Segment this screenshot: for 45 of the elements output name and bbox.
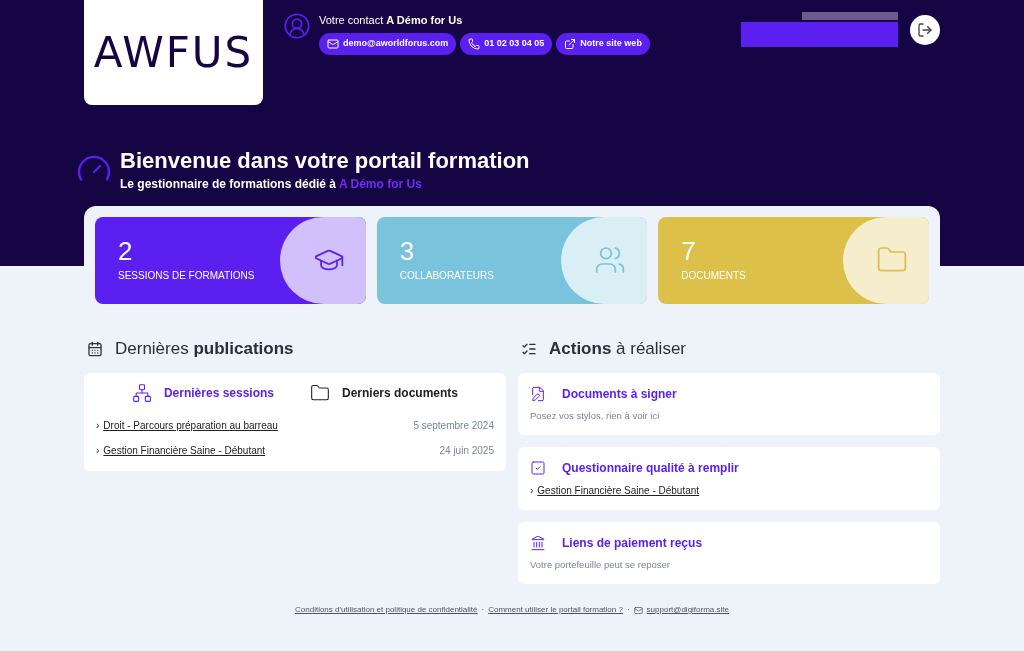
pen-icon: [530, 385, 546, 402]
footer-link[interactable]: support@digiforma.site: [646, 604, 729, 616]
action-title: Documents à signer: [562, 385, 677, 403]
session-link[interactable]: Gestion Financière Saine - Débutant: [103, 442, 266, 458]
logo[interactable]: AWFUS: [84, 0, 263, 105]
chevron: ›: [530, 483, 534, 498]
stat-value: 7: [681, 237, 696, 264]
stat-label: DOCUMENTS: [681, 268, 746, 283]
contact-label: Votre contact A Démo for Us: [319, 13, 464, 28]
stat-label: SESSIONS DE FORMATIONS: [118, 268, 255, 283]
chevron: ›: [96, 443, 100, 458]
session-date: 5 septembre 2024: [413, 418, 494, 433]
stat-label: COLLABORATEURS: [399, 268, 494, 283]
footer-link[interactable]: Comment utiliser le portail formation ?: [488, 604, 623, 616]
logout-icon: [917, 21, 933, 38]
checkbox-icon: [530, 459, 546, 476]
welcome-subtitle: Le gestionnaire de formations dédié à A Démo for Us: [120, 175, 423, 193]
stat-value: 3: [399, 237, 415, 264]
section-title: Dernières publications: [115, 337, 294, 360]
action-title: Liens de paiement reçus: [562, 534, 703, 552]
action-note: Posez vos stylos, rien à voir ici: [530, 408, 661, 423]
user-icon: [283, 12, 311, 40]
stat-value: 2: [118, 237, 133, 264]
action-title: Questionnaire qualité à remplir: [562, 459, 739, 477]
footer-link[interactable]: Conditions d'utilisation et politique de confidentialité: [295, 604, 478, 616]
folder-icon: [310, 382, 330, 403]
chevron: ›: [96, 418, 100, 433]
people-icon: [594, 244, 627, 276]
tab[interactable]: Derniers documents: [310, 382, 459, 403]
envelope-icon: [327, 37, 339, 50]
survey-link[interactable]: Gestion Financière Saine - Débutant: [537, 482, 700, 498]
session-link[interactable]: Droit - Parcours préparation au barreau: [103, 417, 278, 433]
mail-icon: [633, 605, 643, 615]
session-date: 24 juin 2025: [439, 443, 494, 458]
external-link-icon: [564, 37, 577, 50]
phone-icon: [468, 37, 481, 50]
separator-dot: ·: [481, 604, 485, 616]
welcome-title: Bienvenue dans votre portail formation: [120, 147, 530, 175]
section-title: Actions à réaliser: [549, 337, 686, 360]
tab[interactable]: Dernières sessions: [131, 382, 274, 403]
calendar-icon: [87, 340, 103, 357]
bank-icon: [530, 534, 546, 551]
separator-dot: ·: [626, 604, 630, 616]
action-note: Votre portefeuille peut se reposer: [530, 557, 671, 572]
stat-card[interactable]: 2 SESSIONS DE FORMATIONS: [95, 216, 366, 304]
